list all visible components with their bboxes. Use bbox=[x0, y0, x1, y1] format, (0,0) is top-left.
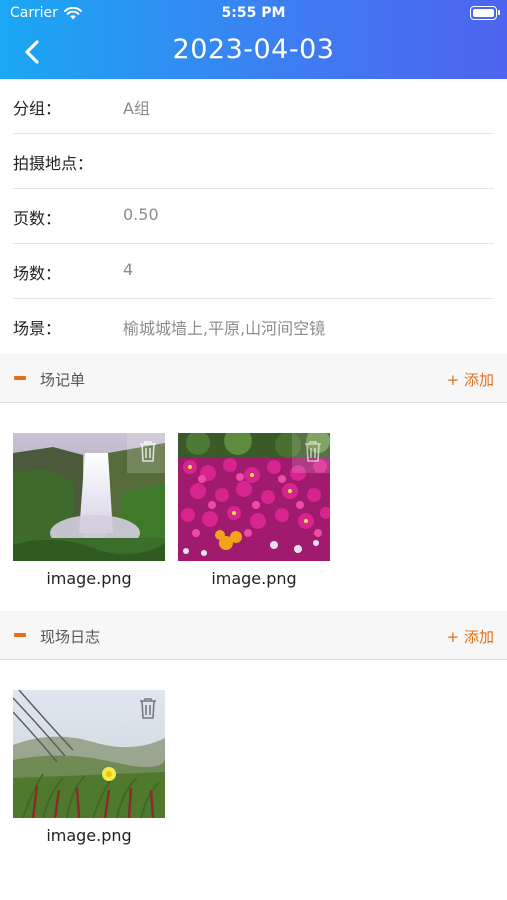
info-row-group: 分组： A组 bbox=[13, 79, 494, 134]
info-value: 4 bbox=[123, 260, 134, 279]
page-title: 2023-04-03 bbox=[172, 34, 335, 65]
trash-icon[interactable] bbox=[137, 696, 159, 720]
status-bar: Carrier 5:55 PM bbox=[0, 0, 507, 28]
battery-icon bbox=[470, 6, 500, 20]
info-row-location: 拍摄地点： bbox=[13, 134, 494, 189]
info-row-scene-count: 场数： 4 bbox=[13, 244, 494, 299]
clock: 5:55 PM bbox=[221, 5, 286, 21]
trash-icon[interactable] bbox=[302, 439, 324, 463]
info-value: A组 bbox=[123, 99, 150, 118]
info-row-pages: 页数： 0.50 bbox=[13, 189, 494, 244]
info-label: 场数： bbox=[13, 264, 62, 283]
info-label: 场景： bbox=[13, 319, 62, 338]
info-list: 分组： A组 拍摄地点： 页数： 0.50 场数： 4 场景： 榆城城墙上,平原… bbox=[0, 79, 507, 354]
add-button[interactable]: + 添加 bbox=[447, 369, 494, 390]
section-header-script-notes: 场记单 + 添加 bbox=[0, 354, 507, 403]
info-label: 页数： bbox=[13, 209, 62, 228]
image-thumbnail[interactable] bbox=[13, 433, 165, 561]
add-button[interactable]: + 添加 bbox=[447, 626, 494, 647]
info-value: 榆城城墙上,平原,山河间空镜 bbox=[123, 319, 326, 338]
section-title: 现场日志 bbox=[40, 628, 101, 646]
section-header-site-log: 现场日志 + 添加 bbox=[0, 611, 507, 660]
collapse-icon[interactable] bbox=[14, 376, 26, 380]
image-thumbnail[interactable] bbox=[178, 433, 330, 561]
collapse-icon[interactable] bbox=[14, 633, 26, 637]
info-row-scene: 场景： 榆城城墙上,平原,山河间空镜 bbox=[13, 299, 494, 354]
trash-icon[interactable] bbox=[137, 439, 159, 463]
image-caption: image.png bbox=[46, 826, 132, 845]
image-thumbnail[interactable] bbox=[13, 690, 165, 818]
image-caption: image.png bbox=[46, 569, 132, 588]
info-value: 0.50 bbox=[123, 205, 159, 224]
info-label: 分组： bbox=[13, 99, 62, 118]
section-title: 场记单 bbox=[40, 371, 86, 389]
image-caption: image.png bbox=[211, 569, 297, 588]
info-label: 拍摄地点： bbox=[13, 154, 94, 173]
navigation-bar: Carrier 5:55 PM 2023-04-03 bbox=[0, 0, 507, 79]
